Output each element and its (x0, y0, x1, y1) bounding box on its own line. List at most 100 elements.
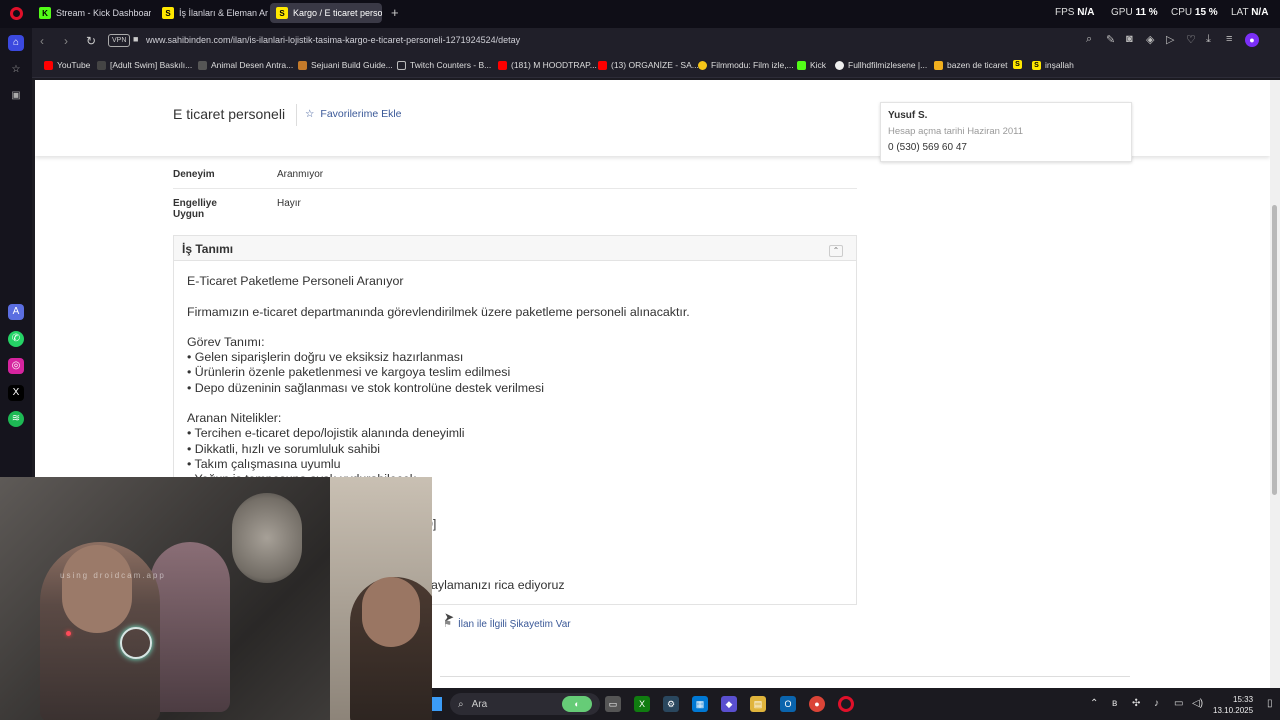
reload-icon[interactable]: ↻ (86, 34, 96, 48)
address-bar-row: ‹ › ↻ VPN ■ www.sahibinden.com/ilan/is-i… (32, 28, 1280, 54)
bookmark-hoodtrap[interactable]: (181) M HOODTRAP... (498, 60, 597, 70)
volume-icon[interactable]: ◁) (1192, 698, 1203, 709)
bookmark-organize[interactable]: (13) ORGANİZE - SA... (598, 60, 699, 70)
bookmark-sejuani[interactable]: Sejuani Build Guide... (298, 60, 393, 70)
bookmark-youtube[interactable]: YouTube (44, 60, 90, 70)
description-line: • Gelen siparişlerin doğru ve eksiksiz h… (187, 350, 464, 364)
bluetooth-icon[interactable]: ʙ (1112, 698, 1117, 709)
bookmarks-bar: YouTube [Adult Swim] Baskılı... Animal D… (32, 54, 1280, 78)
wifi-icon[interactable]: ▭ (1174, 698, 1183, 709)
outlook-icon[interactable]: O (780, 696, 796, 712)
webcam-overlay: using droidcam.app (0, 477, 432, 720)
briefcase-icon[interactable]: ▣ (8, 88, 24, 104)
youtube-icon (498, 60, 507, 70)
browser-tab-bar: K Stream - Kick Dashboard S İş İlanları … (0, 0, 1280, 28)
star-icon[interactable]: ☆ (8, 62, 24, 78)
profile-icon[interactable]: ● (1245, 33, 1259, 47)
steam-icon[interactable]: ⚙ (663, 696, 679, 712)
owner-joined: Hesap açma tarihi Haziran 2011 (888, 126, 1024, 137)
bookmark-animal-desen[interactable]: Animal Desen Antra... (198, 60, 293, 70)
mustache-icon (934, 60, 943, 70)
sahibinden-icon: S (276, 7, 288, 19)
xbox-icon[interactable]: X (634, 696, 650, 712)
opera-logo-icon[interactable] (10, 7, 23, 20)
new-tab-button[interactable]: + (391, 5, 399, 20)
fps-stat: FPS N/A (1055, 7, 1095, 18)
heart-icon[interactable]: ♡ (1186, 33, 1196, 46)
explorer-icon[interactable]: ▤ (750, 696, 766, 712)
counter-icon (397, 60, 406, 70)
forward-icon[interactable]: › (64, 34, 68, 48)
back-icon[interactable]: ‹ (40, 34, 44, 48)
section-header[interactable]: İş Tanımı ⌃ (174, 236, 856, 261)
bookmark-kick[interactable]: Kick (797, 60, 826, 70)
edit-icon[interactable]: ✎ (1106, 33, 1115, 46)
report-listing-link[interactable]: ⚑ İlan ile İlgili Şikayetim Var (443, 619, 571, 630)
notification-icon[interactable]: ▯ (1267, 698, 1273, 709)
tab-kick-dashboard[interactable]: K Stream - Kick Dashboard (33, 3, 151, 23)
bookmark-insallah[interactable]: Sinşallah (1032, 60, 1074, 70)
bookmark-bazen-de-ticaret[interactable]: bazen de ticaret (934, 60, 1007, 70)
owner-name[interactable]: Yusuf S. (888, 110, 927, 121)
kick-icon: K (39, 7, 51, 19)
menu-icon[interactable]: ≡ (1226, 33, 1232, 45)
bookmark-twitch-counters[interactable]: Twitch Counters - B... (397, 60, 491, 70)
aria-icon[interactable]: A (8, 304, 24, 320)
opera-icon[interactable] (838, 696, 854, 712)
owner-phone[interactable]: 0 (530) 569 60 47 (888, 142, 967, 153)
download-icon[interactable]: ⤓ (1206, 33, 1211, 46)
chrome-icon[interactable]: ● (809, 696, 825, 712)
scrollbar-thumb[interactable] (1272, 205, 1277, 495)
bookmark-filmmodu[interactable]: Filmmodu: Film izle,... (698, 60, 794, 70)
sahibinden-icon: S (1032, 60, 1041, 70)
search-icon[interactable]: ⌕ (1086, 33, 1092, 46)
chevron-up-icon[interactable]: ⌃ (1090, 698, 1098, 709)
store-icon[interactable]: ▦ (692, 696, 708, 712)
tab-kargo-eticaret[interactable]: S Kargo / E ticaret personel (270, 3, 382, 23)
bookmark-sahibinden[interactable]: S (1013, 60, 1022, 69)
search-placeholder: Ara (471, 698, 488, 710)
microphone-icon[interactable]: ♪ (1154, 698, 1159, 709)
home-icon[interactable]: ⌂ (8, 35, 24, 51)
led-light (66, 631, 71, 636)
lat-stat: LAT N/A (1231, 7, 1269, 18)
description-line: • Depo düzeninin sağlanması ve stok kont… (187, 381, 544, 395)
tab-is-ilanlari[interactable]: S İş İlanları & Eleman Arayan (156, 3, 268, 23)
webcam-light (232, 493, 302, 583)
tab-label: İş İlanları & Eleman Arayan (179, 8, 268, 18)
clock-date: 13.10.2025 (1213, 706, 1254, 715)
x-icon[interactable]: X (8, 385, 24, 401)
description-line: Firmamızın e-ticaret departmanında görev… (187, 305, 690, 319)
add-favorite-button[interactable]: ☆ Favorilerime Ekle (305, 108, 402, 120)
instagram-icon[interactable]: ◎ (8, 358, 24, 374)
taskbar-clock[interactable]: 15:33 13.10.2025 (1213, 694, 1253, 716)
report-label: İlan ile İlgili Şikayetim Var (457, 619, 571, 630)
detail-value: Hayır (277, 198, 301, 209)
camera-icon[interactable]: ◙ (1126, 33, 1133, 45)
task-view-icon[interactable]: ▭ (605, 696, 621, 712)
shield-icon[interactable]: ◈ (1146, 33, 1154, 46)
windows-start-icon[interactable] (432, 697, 442, 711)
mouse-cursor-icon: ➤ (444, 610, 455, 624)
detail-key: Deneyim (173, 169, 215, 180)
lock-icon[interactable]: ■ (133, 34, 138, 44)
network-app-icon[interactable]: ✣ (1132, 698, 1140, 709)
bookmark-fullhdfilm[interactable]: Fullhdfilmizlesene |... (835, 60, 927, 70)
url-field[interactable]: www.sahibinden.com/ilan/is-ilanlari-loji… (146, 35, 520, 45)
detail-key: Engelliye Uygun (173, 198, 217, 220)
copilot-icon[interactable]: ◆ (721, 696, 737, 712)
whatsapp-icon[interactable]: ✆ (8, 331, 24, 347)
description-line: • Takım çalışmasına uyumlu (187, 457, 341, 471)
widget-icon[interactable]: ◐ (562, 696, 592, 712)
spotify-icon[interactable]: ≋ (8, 411, 24, 427)
bookmark-adult-swim[interactable]: [Adult Swim] Baskılı... (97, 60, 192, 70)
film-icon (835, 60, 844, 70)
chevron-up-icon[interactable]: ⌃ (829, 245, 843, 257)
vpn-badge[interactable]: VPN (108, 34, 131, 47)
youtube-icon (598, 60, 607, 70)
webcam-watermark: using droidcam.app (60, 571, 166, 580)
owner-card: Yusuf S. Hesap açma tarihi Haziran 2011 … (880, 102, 1132, 162)
play-icon[interactable]: ▷ (1166, 33, 1174, 46)
sahibinden-icon: S (1013, 60, 1022, 69)
description-line: • Tercihen e-ticaret depo/lojistik alanı… (187, 426, 465, 440)
